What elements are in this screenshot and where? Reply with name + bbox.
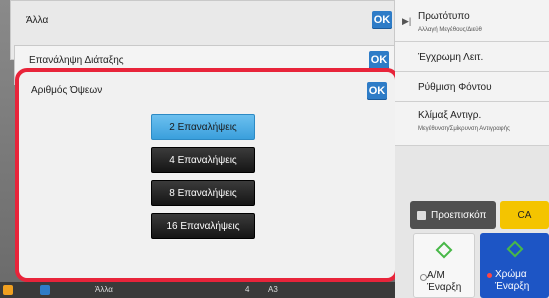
diamond-start-icon [435,241,453,259]
color-dot-icon [487,273,492,278]
repeat-2-button[interactable]: 2 Επαναλήψεις [151,114,255,140]
scale-sub: Μεγέθυνση/Σμίκρυνση Αντιγραφής [418,126,510,132]
color-start-line1: Χρώμα [495,269,527,280]
preview-label: Προεπισκόπ [431,209,487,221]
color-mode-item[interactable]: Έγχρωμη Λειτ. [395,42,549,72]
diamond-start-icon [506,240,524,258]
bw-start-line2: Έναρξη [427,282,462,293]
dialog-title: Αριθμός Όψεων [31,85,103,96]
ca-button[interactable]: CA [500,201,549,229]
scale-title: Κλίμαξ Αντιγρ. [418,110,482,121]
original-title: Πρωτότυπο [418,11,470,22]
color-mode-label: Έγχρωμη Λειτ. [418,52,484,63]
scale-item[interactable]: Κλίμαξ Αντιγρ. Μεγέθυνση/Σμίκρυνση Αντιγ… [395,102,549,146]
preview-button[interactable]: Προεπισκόπ [410,201,496,229]
repeat-layout-ok-button[interactable]: OK [369,51,389,69]
bottom-alla-label[interactable]: Άλλα [95,285,113,294]
bw-dot-icon [420,274,427,281]
paper-size: A3 [268,285,278,294]
dialog-ok-button[interactable]: OK [367,82,387,100]
color-start-line2: Έναρξη [495,281,530,292]
bottom-strip: Άλλα 4 A3 [0,282,395,298]
shortcut-icon[interactable] [40,285,50,295]
bw-start-button[interactable]: Α/Μ Έναρξη [413,233,475,298]
preview-icon [417,210,426,220]
copy-count: 4 [245,285,250,294]
color-start-button[interactable]: Χρώμα Έναρξη [480,233,549,298]
repeat-layout-label: Επανάληψη Διάταξης [29,55,124,66]
bw-start-line1: Α/Μ [427,270,445,281]
repeat-16-button[interactable]: 16 Επαναλήψεις [151,213,255,239]
star-icon[interactable] [3,285,13,295]
play-bar-icon: ▶| [402,16,412,26]
repeat-4-button[interactable]: 4 Επαναλήψεις [151,147,255,173]
repeat-8-button[interactable]: 8 Επαναλήψεις [151,180,255,206]
background-item[interactable]: Ρύθμιση Φόντου [395,72,549,102]
background-label: Ρύθμιση Φόντου [418,82,492,93]
number-of-sides-dialog: Αριθμός Όψεων OK 2 Επαναλήψεις 4 Επαναλή… [15,68,399,282]
original-item[interactable]: ▶| Πρωτότυπο Αλλαγή Μεγέθους/Διεύθ [395,0,549,42]
alla-label: Άλλα [26,15,49,26]
alla-ok-button[interactable]: OK [372,11,392,29]
original-sub: Αλλαγή Μεγέθους/Διεύθ [418,27,482,33]
